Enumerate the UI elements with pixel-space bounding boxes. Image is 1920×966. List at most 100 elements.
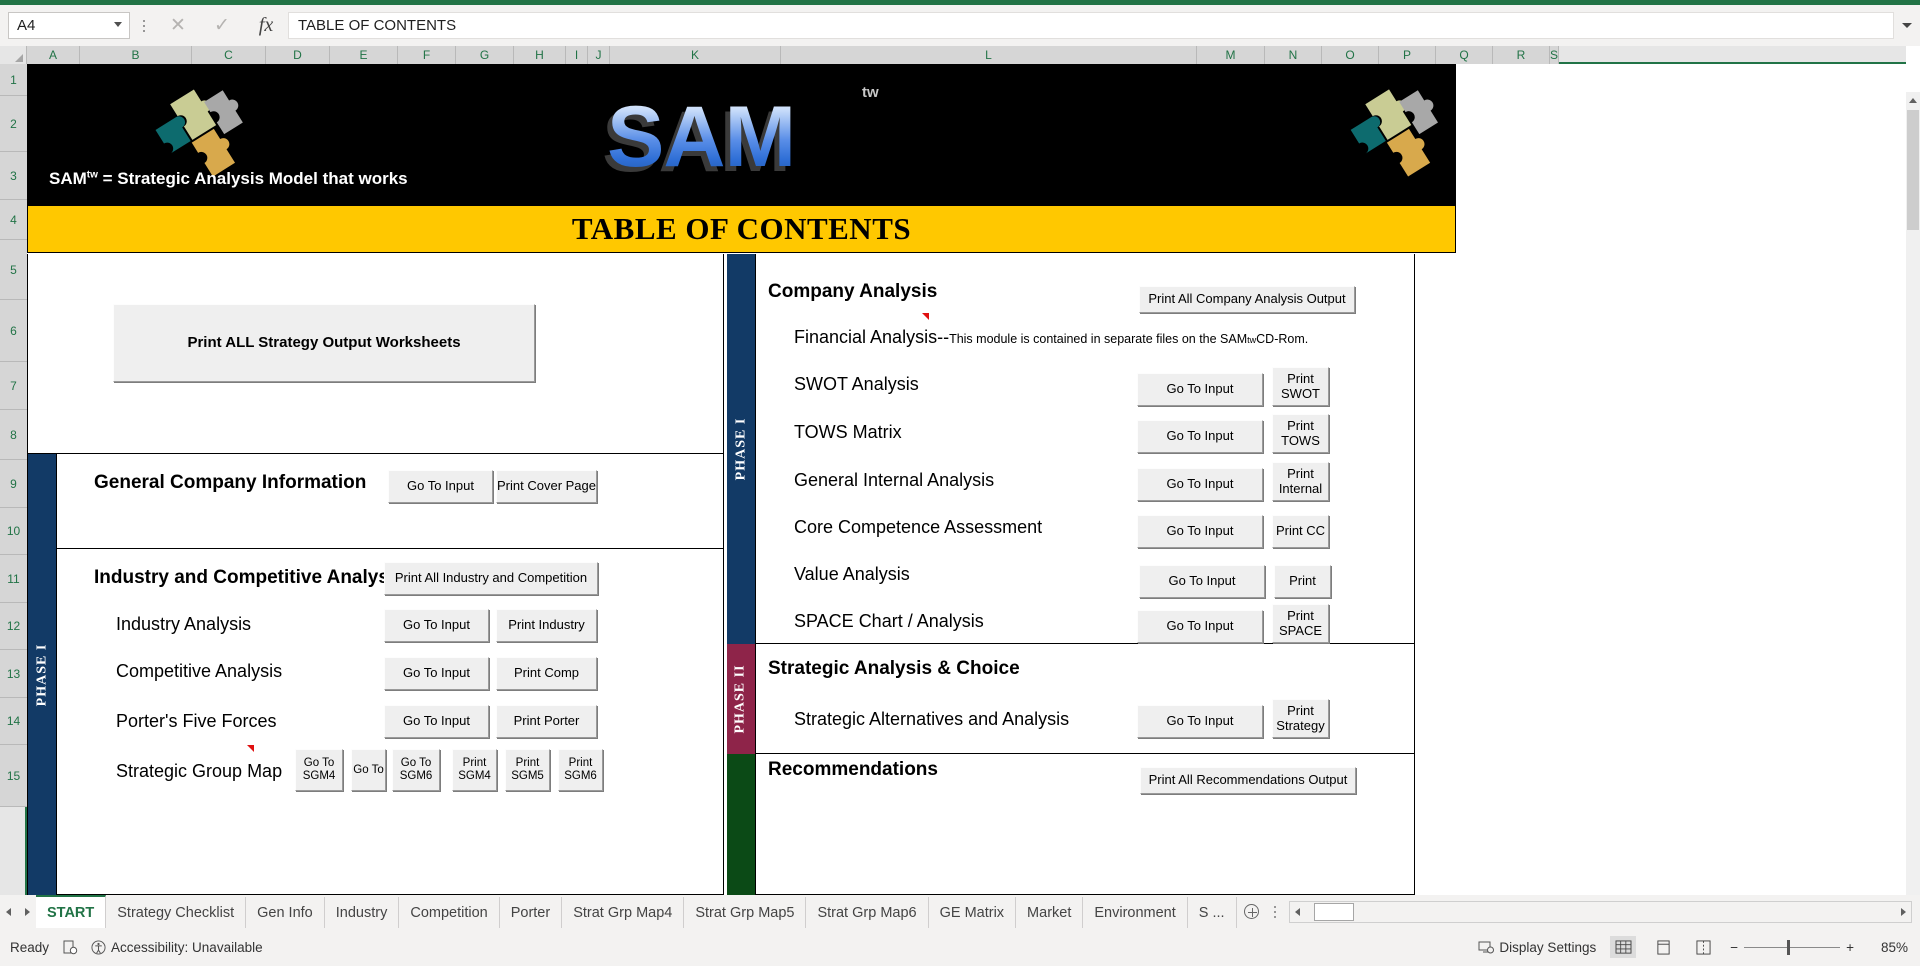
hscroll-left-icon[interactable] xyxy=(1294,908,1300,916)
formula-input[interactable]: TABLE OF CONTENTS xyxy=(288,12,1894,39)
next-sheet-icon[interactable] xyxy=(25,907,30,916)
sheet-tab-strategy-checklist[interactable]: Strategy Checklist xyxy=(106,897,247,928)
column-header-E[interactable]: E xyxy=(330,46,398,64)
zoom-level[interactable]: 85% xyxy=(1868,940,1908,955)
print-porter-button[interactable]: Print Porter xyxy=(496,705,597,738)
go-to-input-general-company[interactable]: Go To Input xyxy=(388,470,493,503)
go-to-input-space[interactable]: Go To Input xyxy=(1137,610,1263,643)
zoom-in-button[interactable]: + xyxy=(1846,940,1854,955)
horizontal-scroll-thumb[interactable] xyxy=(1313,903,1354,921)
zoom-track[interactable] xyxy=(1744,939,1841,955)
row-header-14[interactable]: 14 xyxy=(0,698,27,745)
sheet-tab-market[interactable]: Market xyxy=(1016,897,1084,928)
print-tows-button[interactable]: Print TOWS xyxy=(1272,414,1329,453)
column-header-A[interactable]: A xyxy=(27,46,80,64)
page-break-view-button[interactable] xyxy=(1690,936,1716,958)
add-sheet-button[interactable] xyxy=(1237,895,1267,928)
zoom-thumb[interactable] xyxy=(1787,939,1791,955)
row-header-7[interactable]: 7 xyxy=(0,362,27,410)
normal-view-button[interactable] xyxy=(1610,936,1637,958)
scroll-up-icon[interactable] xyxy=(1906,92,1920,108)
row-header-9[interactable]: 9 xyxy=(0,460,27,508)
go-to-input-internal[interactable]: Go To Input xyxy=(1137,468,1263,501)
go-to-sgm4-button[interactable]: Go To SGM4 xyxy=(295,749,343,791)
row-header-15[interactable]: 15 xyxy=(0,745,27,807)
column-header-F[interactable]: F xyxy=(398,46,456,64)
cancel-icon[interactable]: ✕ xyxy=(156,11,200,41)
insert-function-icon[interactable]: fx xyxy=(244,11,288,41)
zoom-out-button[interactable]: − xyxy=(1730,940,1738,955)
row-header-10[interactable]: 10 xyxy=(0,508,27,555)
print-sgm6-button[interactable]: Print SGM6 xyxy=(558,749,603,791)
print-sgm5-button[interactable]: Print SGM5 xyxy=(505,749,550,791)
enter-icon[interactable]: ✓ xyxy=(200,11,244,41)
print-internal-button[interactable]: Print Internal xyxy=(1272,462,1329,501)
name-box[interactable]: A4 xyxy=(8,12,130,39)
print-cc-button[interactable]: Print CC xyxy=(1272,515,1329,548)
go-to-sgm6-button[interactable]: Go To SGM6 xyxy=(392,749,440,791)
sheet-tab-strat-grp-map4[interactable]: Strat Grp Map4 xyxy=(562,897,685,928)
column-header-H[interactable]: H xyxy=(514,46,566,64)
go-to-input-tows[interactable]: Go To Input xyxy=(1137,420,1263,453)
sheet-tab-gen-info[interactable]: Gen Info xyxy=(246,897,325,928)
row-header-12[interactable]: 12 xyxy=(0,603,27,650)
print-comp-button[interactable]: Print Comp xyxy=(496,657,597,690)
zoom-slider[interactable]: − + xyxy=(1730,939,1854,955)
go-to-input-strategy[interactable]: Go To Input xyxy=(1137,705,1263,738)
go-to-input-industry[interactable]: Go To Input xyxy=(384,609,489,642)
sheet-tab-ge-matrix[interactable]: GE Matrix xyxy=(928,897,1017,928)
print-all-recommendations-button[interactable]: Print All Recommendations Output xyxy=(1140,767,1356,794)
sheet-tab-strat-grp-map5[interactable]: Strat Grp Map5 xyxy=(684,897,807,928)
hscroll-right-icon[interactable] xyxy=(1901,908,1906,916)
column-header-C[interactable]: C xyxy=(192,46,266,64)
go-to-sgm-button[interactable]: Go To xyxy=(351,749,386,791)
column-header-I[interactable]: I xyxy=(566,46,588,64)
sheet-tab-industry[interactable]: Industry xyxy=(324,897,400,928)
select-all-button[interactable] xyxy=(0,46,27,64)
macro-record-icon[interactable] xyxy=(62,939,78,955)
column-header-J[interactable]: J xyxy=(588,46,610,64)
go-to-input-porter[interactable]: Go To Input xyxy=(384,705,489,738)
column-header-N[interactable]: N xyxy=(1265,46,1322,64)
print-space-button[interactable]: Print SPACE xyxy=(1272,604,1329,643)
sheet-tab-s[interactable]: S ... xyxy=(1187,897,1237,928)
column-header-Q[interactable]: Q xyxy=(1436,46,1493,64)
column-header-S[interactable]: S xyxy=(1550,46,1560,64)
print-cover-page-button[interactable]: Print Cover Page xyxy=(496,470,597,503)
go-to-input-swot[interactable]: Go To Input xyxy=(1137,373,1263,406)
column-header-B[interactable]: B xyxy=(80,46,192,64)
page-layout-view-button[interactable] xyxy=(1650,936,1676,958)
previous-sheet-icon[interactable] xyxy=(6,907,11,916)
go-to-input-value[interactable]: Go To Input xyxy=(1139,565,1265,598)
row-header-1[interactable]: 1 xyxy=(0,64,27,96)
horizontal-scrollbar[interactable] xyxy=(1288,901,1912,923)
row-header-6[interactable]: 6 xyxy=(0,300,27,362)
column-header-D[interactable]: D xyxy=(266,46,330,64)
go-to-input-core-competence[interactable]: Go To Input xyxy=(1137,515,1263,548)
sheet-tab-strat-grp-map6[interactable]: Strat Grp Map6 xyxy=(806,897,929,928)
tab-overflow-icon[interactable] xyxy=(1267,895,1283,928)
sheet-tab-environment[interactable]: Environment xyxy=(1083,897,1188,928)
go-to-input-competitive[interactable]: Go To Input xyxy=(384,657,489,690)
chevron-down-icon[interactable] xyxy=(114,22,122,27)
row-header-8[interactable]: 8 xyxy=(0,410,27,460)
print-swot-button[interactable]: Print SWOT xyxy=(1272,367,1329,406)
print-strategy-button[interactable]: Print Strategy xyxy=(1272,699,1329,738)
print-all-industry-competition-button[interactable]: Print All Industry and Competition xyxy=(384,562,598,595)
row-header-3[interactable]: 3 xyxy=(0,152,27,200)
column-header-O[interactable]: O xyxy=(1322,46,1379,64)
column-header-G[interactable]: G xyxy=(456,46,514,64)
row-header-5[interactable]: 5 xyxy=(0,240,27,300)
expand-formula-bar-icon[interactable] xyxy=(1894,5,1920,46)
sheet-tab-competition[interactable]: Competition xyxy=(399,897,500,928)
row-header-13[interactable]: 13 xyxy=(0,650,27,698)
print-value-button[interactable]: Print xyxy=(1274,565,1331,598)
column-header-M[interactable]: M xyxy=(1197,46,1265,64)
column-header-L[interactable]: L xyxy=(781,46,1197,64)
accessibility-status[interactable]: Accessibility: Unavailable xyxy=(91,940,263,955)
sheet-tab-start[interactable]: START xyxy=(36,895,107,928)
display-settings-button[interactable]: Display Settings xyxy=(1478,939,1596,955)
vertical-scrollbar[interactable] xyxy=(1906,92,1920,895)
print-all-company-analysis-button[interactable]: Print All Company Analysis Output xyxy=(1139,286,1355,313)
row-header-11[interactable]: 11 xyxy=(0,555,27,603)
